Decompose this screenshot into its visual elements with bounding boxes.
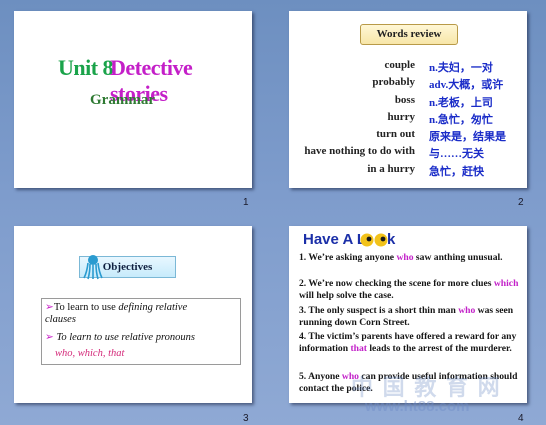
- word-english: hurry: [387, 111, 416, 123]
- word-english: couple: [384, 59, 415, 71]
- word-row: in a hurry 急忙，赶快: [289, 163, 527, 180]
- word-chinese: 急忙，赶快: [429, 166, 484, 178]
- eyes-icon: [360, 233, 388, 247]
- objective-2: ➢ To learn to use relative pronouns: [45, 332, 195, 343]
- slide-1-thumbnail[interactable]: Unit 8 Detective stories Grammar: [14, 11, 252, 188]
- word-english: probably: [372, 76, 415, 88]
- example-sentence: 4. The victim’s parents have offered a r…: [299, 331, 517, 355]
- word-chinese: n.急忙，匆忙: [429, 114, 493, 126]
- word-row: boss n.老板，上司: [289, 94, 527, 111]
- example-sentence: 1. We’re asking anyone who saw anthing u…: [299, 252, 503, 263]
- word-row: hurry n.急忙，匆忙: [289, 111, 527, 128]
- word-row: turn out 原来是，结果是: [289, 128, 527, 145]
- example-sentence: 2. We’re now checking the scene for more…: [299, 278, 519, 302]
- have-a-look-title-end: k: [387, 231, 396, 248]
- slide-number: 2: [518, 197, 524, 208]
- slide-number: 3: [243, 413, 249, 424]
- word-english: boss: [394, 94, 415, 106]
- slide-subtitle: Grammar: [90, 92, 155, 108]
- words-review-heading: Words review: [360, 24, 458, 45]
- word-english: in a hurry: [367, 163, 415, 175]
- squid-icon: [83, 255, 103, 280]
- word-chinese: 原来是，结果是: [429, 131, 506, 143]
- have-a-look-title: Have A L: [303, 231, 367, 248]
- objectives-box: ➢To learn to use defining relative claus…: [41, 298, 241, 365]
- objective-1-line2: clauses: [45, 314, 76, 325]
- word-english: have nothing to do with: [304, 145, 415, 157]
- slide-3-thumbnail[interactable]: Objectives ➢To learn to use defining rel…: [14, 226, 252, 403]
- word-row: have nothing to do with 与……无关: [289, 145, 527, 162]
- slide-4-thumbnail[interactable]: Have A L k 1. We’re asking anyone who sa…: [289, 226, 527, 415]
- objective-1: ➢To learn to use defining relative: [45, 302, 188, 313]
- word-row: couple n.夫妇，一对: [289, 59, 527, 76]
- word-row: probably adv.大概，或许: [289, 76, 527, 93]
- example-sentence: 3. The only suspect is a short thin man …: [299, 305, 514, 329]
- relative-pronouns: who, which, that: [55, 348, 125, 359]
- watermark-url: www.ht88.com: [365, 398, 470, 415]
- slide-2-thumbnail[interactable]: Words review couple n.夫妇，一对 probably adv…: [289, 11, 527, 188]
- word-english: turn out: [376, 128, 415, 140]
- slide-number: 1: [243, 197, 249, 208]
- arrow-bullet-icon: ➢: [45, 332, 54, 343]
- word-chinese: adv.大概，或许: [429, 79, 504, 91]
- word-chinese: 与……无关: [429, 148, 484, 160]
- slide-number: 4: [518, 413, 524, 424]
- unit-label: Unit 8: [58, 55, 114, 80]
- arrow-bullet-icon: ➢: [45, 302, 54, 313]
- word-chinese: n.老板，上司: [429, 97, 493, 109]
- word-chinese: n.夫妇，一对: [429, 62, 493, 74]
